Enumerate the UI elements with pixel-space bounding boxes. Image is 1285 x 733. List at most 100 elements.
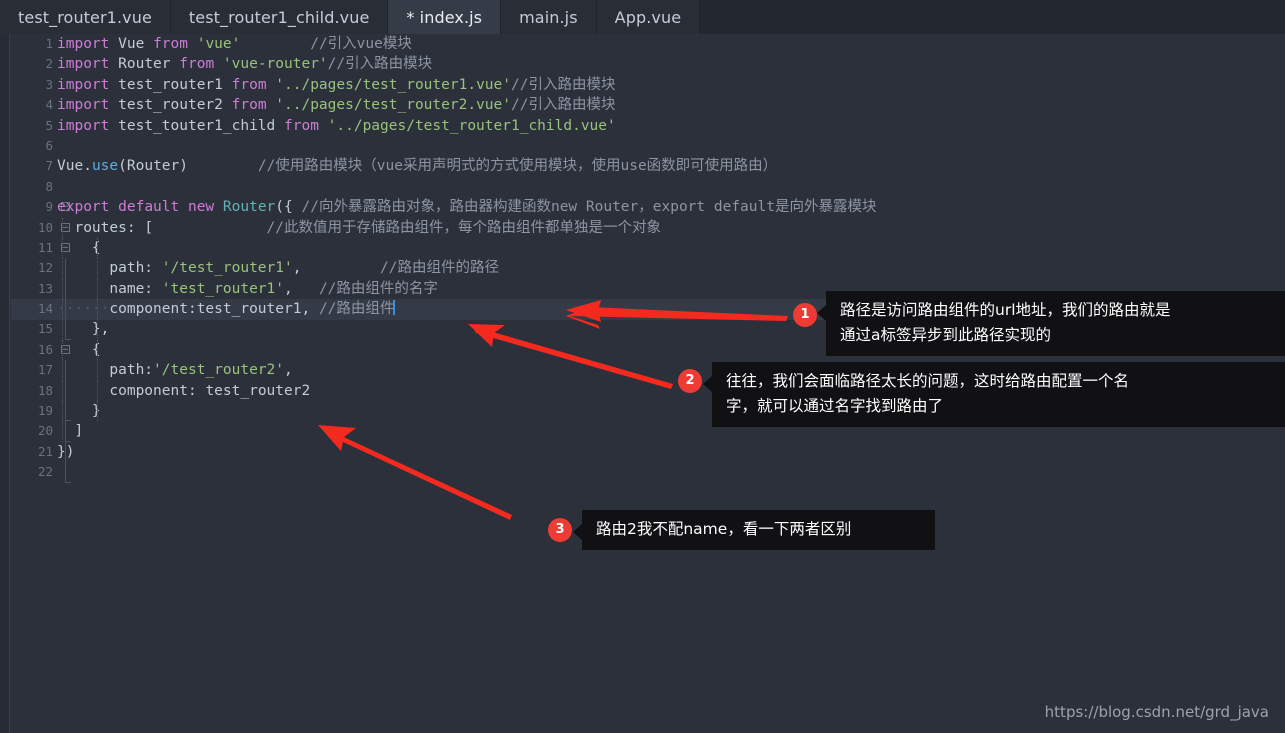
string-literal: '/test_router1' xyxy=(161,260,293,277)
callout-text-line-2: 字，就可以通过名字找到路由了 xyxy=(726,397,944,415)
line-number: 4 xyxy=(45,97,53,113)
annotation-badge-3: 3 xyxy=(548,518,572,542)
keyword-from: from xyxy=(153,36,188,52)
string-literal: 'vue-router' xyxy=(222,56,328,73)
line-number-text: 21 xyxy=(37,443,53,459)
tabbar-empty-space xyxy=(700,0,1285,34)
line-number: 11 ─ xyxy=(11,238,70,258)
tab-app-vue[interactable]: App.vue xyxy=(596,0,701,34)
identifier: test_router1 xyxy=(118,76,223,93)
code-line-5[interactable]: import test_touter1_child from '../pages… xyxy=(57,116,1285,136)
indent-guide xyxy=(97,319,98,340)
line-number: 5 xyxy=(45,117,53,133)
annotation-badge-2: 2 xyxy=(678,369,702,393)
keyword-import: import xyxy=(57,36,110,52)
line-comment: //引入路由模块 xyxy=(510,76,616,93)
tab-test-router1-child-vue[interactable]: test_router1_child.vue xyxy=(170,0,389,34)
keyword-from: from xyxy=(231,76,267,93)
line-number: 17 xyxy=(11,360,66,381)
annotation-callout-1: 路径是访问路由组件的url地址，我们的路由就是 通过a标签异步到此路径实现的 xyxy=(817,291,1285,356)
tab-test-router1-vue[interactable]: test_router1.vue xyxy=(0,0,171,34)
keyword-from: from xyxy=(231,97,267,114)
indent-guide xyxy=(62,217,63,238)
tab-index-js[interactable]: * index.js xyxy=(388,0,502,34)
indent-guide xyxy=(97,380,98,402)
code-line-21[interactable]: }) xyxy=(57,442,1285,462)
line-number-text: 20 xyxy=(37,423,53,439)
annotation-callout-2: 往往，我们会面临路径太长的问题，这时给路由配置一个名 字，就可以通过名字找到路由… xyxy=(703,362,1285,427)
code-line-8[interactable] xyxy=(57,177,1285,197)
keyword-import: import xyxy=(57,76,110,93)
line-number: 2 xyxy=(45,56,53,72)
code-line-6[interactable] xyxy=(57,136,1285,156)
line-number-gutter[interactable]: 1 2 3 4 5 6 7 8 9 ─ 10 ─ 11 ─ 12 13 14 1… xyxy=(11,34,71,733)
code-line-9[interactable]: export default new Router({ //向外暴露路由对象，路… xyxy=(57,197,1285,217)
line-comment: //此数值用于存储路由组件，每个路由组件都单独是一个对象 xyxy=(266,219,662,236)
class-router: Router xyxy=(222,199,276,216)
indent-guide xyxy=(97,258,98,279)
line-comment: //路由组件 xyxy=(318,301,395,318)
indent-guide xyxy=(62,421,63,442)
indent-guide xyxy=(62,237,63,259)
code-line-1[interactable]: import Vue from 'vue' //引入vue模块 xyxy=(57,34,1285,54)
code-line-11[interactable]: { xyxy=(57,237,1285,259)
callout-text-line-2: 通过a标签异步到此路径实现的 xyxy=(840,326,1051,344)
callout-text-line-1: 往往，我们会面临路径太长的问题，这时给路由配置一个名 xyxy=(726,372,1130,390)
code-line-4[interactable]: import test_router2 from '../pages/test_… xyxy=(57,95,1285,115)
line-number: 16 ─ xyxy=(11,340,70,360)
tab-label: App.vue xyxy=(614,7,682,27)
property-name: name: xyxy=(109,280,154,297)
callout-tail xyxy=(703,376,712,392)
code-line-12[interactable]: path: '/test_router1', //路由组件的路径 xyxy=(57,258,1285,279)
object-vue: Vue xyxy=(57,158,84,175)
line-number: 6 xyxy=(45,137,53,153)
line-number-text: 13 xyxy=(37,280,53,296)
code-editor-window: test_router1.vue test_router1_child.vue … xyxy=(0,0,1285,733)
line-number-text: 9 xyxy=(45,199,53,215)
keyword-import: import xyxy=(57,117,110,134)
line-comment: //引入路由模块 xyxy=(327,56,433,73)
identifier: test_router2 xyxy=(205,382,311,399)
keyword-export: export xyxy=(57,199,110,216)
line-number: 13 xyxy=(11,278,66,300)
tab-main-js[interactable]: main.js xyxy=(501,0,597,34)
identifier: Router xyxy=(118,56,171,73)
indent-guide xyxy=(62,258,63,279)
indent-guide xyxy=(62,339,63,361)
watermark-url: https://blog.csdn.net/grd_java xyxy=(1044,703,1269,721)
identifier: test_touter1_child xyxy=(118,117,276,134)
indent-guide xyxy=(62,360,63,381)
line-comment: //路由组件的名字 xyxy=(318,280,438,297)
string-literal: 'test_router1' xyxy=(161,280,284,297)
line-number: 1 xyxy=(45,36,53,51)
annotation-badge-1: 1 xyxy=(793,303,817,327)
property-component: component: xyxy=(109,382,197,399)
indent-guide xyxy=(97,278,98,300)
line-number: 20 xyxy=(11,421,71,443)
code-line-10[interactable]: routes: [ //此数值用于存储路由组件，每个路由组件都单独是一个对象 xyxy=(57,217,1285,238)
line-number-text: 15 xyxy=(37,321,53,337)
line-comment: //路由组件的路径 xyxy=(380,260,500,277)
code-line-7[interactable]: Vue.use(Router) //使用路由模块（vue采用声明式的方式使用模块… xyxy=(57,156,1285,176)
code-line-22[interactable] xyxy=(57,462,1285,482)
indent-guide xyxy=(97,339,98,361)
string-literal: '../pages/test_router2.vue' xyxy=(275,97,511,114)
string-literal: 'vue' xyxy=(196,36,241,52)
indent-guide xyxy=(97,237,98,259)
keyword-new: new xyxy=(187,199,215,216)
annotation-callout-3: 路由2我不配name，看一下两者区别 xyxy=(573,510,935,550)
tab-label: * index.js xyxy=(406,7,483,27)
indent-guide xyxy=(62,278,63,300)
line-number-text: 18 xyxy=(37,382,53,398)
line-number-text: 16 xyxy=(37,341,53,357)
editor-left-strip xyxy=(0,34,10,733)
code-line-2[interactable]: import Router from 'vue-router'//引入路由模块 xyxy=(57,54,1285,74)
line-number: 8 xyxy=(45,178,53,194)
line-number: 19 xyxy=(11,401,71,422)
tab-label: main.js xyxy=(519,7,578,27)
keyword-from: from xyxy=(284,117,319,134)
tab-label: test_router1.vue xyxy=(18,7,152,27)
line-number-text: 17 xyxy=(37,362,53,378)
code-line-3[interactable]: import test_router1 from '../pages/test_… xyxy=(57,75,1285,95)
line-number: 14 xyxy=(11,299,66,320)
